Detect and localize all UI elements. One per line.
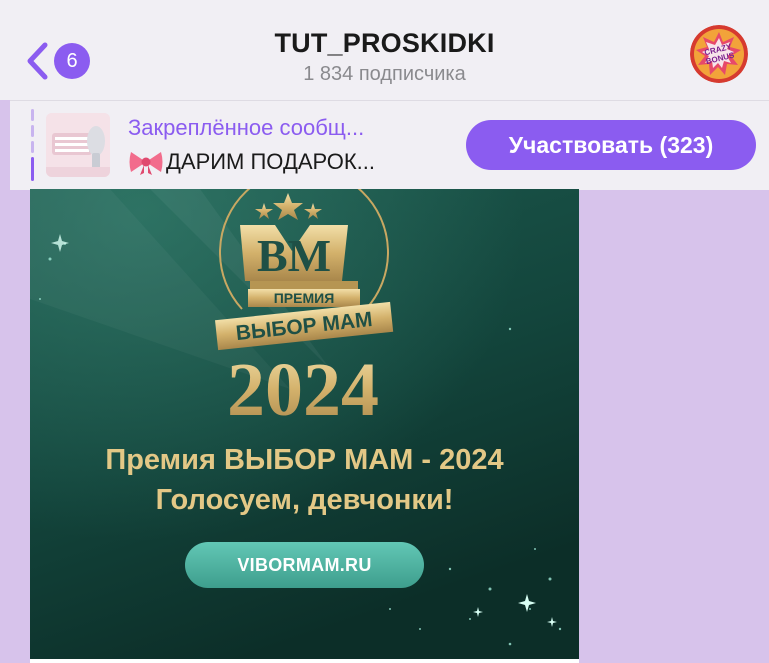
subscriber-count: 1 834 подписчика [303,63,466,85]
participate-button[interactable]: Участвовать (323) [466,120,756,170]
channel-avatar[interactable]: CRAZY BONUS [690,25,748,83]
crazy-bonus-logo-icon: CRAZY BONUS [690,25,748,83]
message-bubble-footer [30,659,579,663]
pinned-message-bar[interactable]: Закреплённое сообщ... ДАРИМ ПОДАРОК... У… [10,100,769,190]
channel-title[interactable]: TUT_PROSKIDKI [0,28,769,59]
pinned-preview: ДАРИМ ПОДАРОК... [128,149,375,175]
gift-product-image-icon [46,113,110,177]
message-image[interactable]: ВМ ПРЕМИЯ ВЫБОР МАМ 2024 Премия ВЫБОР МА… [30,189,579,659]
award-headline: Премия ВЫБОР МАМ - 2024 [105,444,504,476]
bow-emoji-icon [129,152,163,175]
logo-year: 2024 [227,348,379,432]
pinned-preview-text: ДАРИМ ПОДАРОК... [166,149,375,174]
award-subheadline: Голосуем, девчонки! [155,484,454,516]
pinned-indicator [31,109,34,181]
pinned-thumbnail [46,113,110,177]
website-link-button[interactable]: VIBORMAM.RU [185,542,424,588]
pinned-label: Закреплённое сообщ... [128,115,365,140]
chat-header: 6 TUT_PROSKIDKI 1 834 подписчика CRAZY B… [0,0,769,100]
logo-letters: ВМ [257,230,331,281]
logo-ribbon-top: ПРЕМИЯ [274,290,335,306]
award-banner-background: ВМ ПРЕМИЯ ВЫБОР МАМ 2024 [30,189,579,659]
